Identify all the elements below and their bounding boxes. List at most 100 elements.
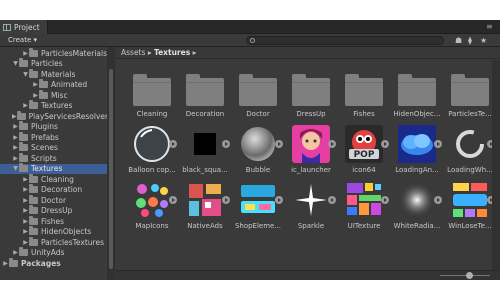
expanded-arrow-icon[interactable]: ▼ [12,165,19,172]
filter-by-type-icon[interactable]: ☗ [455,36,462,45]
tab-project[interactable]: Project [0,20,48,34]
expanded-arrow-icon[interactable]: ▼ [22,71,29,78]
asset-particleste[interactable]: ParticlesTe... [444,69,496,127]
asset-whiteradia[interactable]: WhiteRadia... [391,181,443,239]
collapsed-arrow-icon[interactable]: ▶ [22,197,29,204]
favorites-star-icon[interactable]: ★ [480,36,487,45]
collapsed-arrow-icon[interactable]: ▶ [12,123,19,130]
tree-item-textures[interactable]: ▶ Textures [0,100,107,112]
collapsed-arrow-icon[interactable]: ▶ [22,228,29,235]
asset-nativeads[interactable]: NativeAds [179,181,231,239]
breadcrumb-textures[interactable]: Textures [154,48,190,57]
tree-item-textures[interactable]: ▼ Textures [0,163,107,174]
expand-subassets-icon[interactable] [434,196,442,204]
expand-subassets-icon[interactable] [169,196,177,204]
asset-icon64[interactable]: POP icon64 [338,125,390,183]
collapsed-arrow-icon[interactable]: ▶ [22,186,29,193]
tree-scroll-thumb[interactable] [109,69,113,269]
tree-item-unityads[interactable]: ▶ UnityAds [0,247,107,259]
folder-icon [16,110,26,120]
tree-item-cleaning[interactable]: ▶ Cleaning [0,173,107,185]
tree-item-label: ParticlesMaterials [41,48,107,58]
tree-item-scripts[interactable]: ▶ Scripts [0,152,107,164]
asset-label: ShopEleme... [234,222,282,230]
expand-subassets-icon[interactable] [381,196,389,204]
collapsed-arrow-icon[interactable]: ▶ [22,239,29,246]
breadcrumb-assets[interactable]: Assets [121,48,145,57]
filter-by-label-icon[interactable]: ⧫ [468,36,472,45]
tree-item-particlestextures[interactable]: ▶ ParticlesTextures [0,236,107,248]
asset-shopeleme[interactable]: ShopEleme... [232,181,284,239]
asset-sparkle[interactable]: Sparkle [285,181,337,239]
tree-item-animated[interactable]: ▶ Animated [0,79,107,91]
asset-cleaning[interactable]: Cleaning [126,69,178,127]
asset-scrollbar[interactable] [492,60,500,270]
project-window: Project ≡ Create ▾ ☗ ⧫ ★ ▶ ParticlesMater… [0,20,500,280]
asset-bubble[interactable]: Bubble [232,125,284,183]
collapsed-arrow-icon[interactable]: ▶ [12,144,19,151]
expand-subassets-icon[interactable] [381,140,389,148]
zoom-slider[interactable] [440,275,490,276]
collapsed-arrow-icon[interactable]: ▶ [12,113,17,120]
expand-subassets-icon[interactable] [169,140,177,148]
tree-item-particles[interactable]: ▼ Particles [0,58,107,70]
tree-item-dressup[interactable]: ▶ DressUp [0,205,107,217]
asset-black-squa[interactable]: black_squa... [179,125,231,183]
expand-subassets-icon[interactable] [222,140,230,148]
tree-item-materials[interactable]: ▼ Materials [0,68,107,80]
asset-mapicons[interactable]: MapIcons [126,181,178,239]
asset-dressup[interactable]: DressUp [285,69,337,127]
collapsed-arrow-icon[interactable]: ▶ [22,102,29,109]
asset-uitexture[interactable]: UITexture [338,181,390,239]
tree-item-particlesmaterials[interactable]: ▶ ParticlesMaterials [0,47,107,59]
tab-menu-icon[interactable]: ≡ [486,22,493,31]
asset-winlosete[interactable]: WinLoseTe... [444,181,496,239]
tree-item-misc[interactable]: ▶ Misc [0,89,107,101]
tree-item-fishes[interactable]: ▶ Fishes [0,215,107,227]
collapsed-arrow-icon[interactable]: ▶ [22,207,29,214]
collapsed-arrow-icon[interactable]: ▶ [12,155,19,162]
expand-subassets-icon[interactable] [328,196,336,204]
collapsed-arrow-icon[interactable]: ▶ [2,260,9,267]
asset-fishes[interactable]: Fishes [338,69,390,127]
expanded-arrow-icon[interactable]: ▼ [12,60,19,67]
expand-subassets-icon[interactable] [434,140,442,148]
collapsed-arrow-icon[interactable]: ▶ [22,218,29,225]
asset-loadingwh[interactable]: LoadingWh... [444,125,496,183]
create-button[interactable]: Create ▾ [3,35,42,45]
tree-item-hidenobjects[interactable]: ▶ HidenObjects [0,226,107,238]
tree-item-decoration[interactable]: ▶ Decoration [0,184,107,196]
asset-label: LoadingAn... [395,166,439,174]
expand-subassets-icon[interactable] [275,196,283,204]
expand-subassets-icon[interactable] [328,140,336,148]
asset-decoration[interactable]: Decoration [179,69,231,127]
asset-doctor[interactable]: Doctor [232,69,284,127]
folder-icon [29,226,38,236]
tree-item-packages[interactable]: ▶ Packages [0,257,107,269]
folder-icon [292,74,330,106]
collapsed-arrow-icon[interactable]: ▶ [32,92,39,99]
asset-hidenobjec[interactable]: HidenObjec... [391,69,443,127]
tree-item-plugins[interactable]: ▶ Plugins [0,121,107,133]
tree-item-playservicesresolver[interactable]: ▶ PlayServicesResolver [0,110,107,122]
folder-icon [29,184,38,194]
folder-icon [345,74,383,106]
zoom-slider-knob[interactable] [466,272,473,279]
collapsed-arrow-icon[interactable]: ▶ [12,134,19,141]
tree-scrollbar[interactable] [107,47,115,280]
collapsed-arrow-icon[interactable]: ▶ [32,81,39,88]
tree-item-label: Plugins [31,122,58,132]
collapsed-arrow-icon[interactable]: ▶ [22,50,29,57]
tree-item-doctor[interactable]: ▶ Doctor [0,194,107,206]
collapsed-arrow-icon[interactable]: ▶ [12,249,19,256]
expand-subassets-icon[interactable] [222,196,230,204]
search-input[interactable] [246,36,444,45]
tree-item-prefabs[interactable]: ▶ Prefabs [0,131,107,143]
tree-item-scenes[interactable]: ▶ Scenes [0,142,107,154]
asset-loadingan[interactable]: LoadingAn... [391,125,443,183]
expand-subassets-icon[interactable] [275,140,283,148]
collapsed-arrow-icon[interactable]: ▶ [22,176,29,183]
texture-thumbnail [292,181,330,219]
asset-ic-launcher[interactable]: ic_launcher [285,125,337,183]
asset-balloon-cop[interactable]: Balloon cop... [126,125,178,183]
